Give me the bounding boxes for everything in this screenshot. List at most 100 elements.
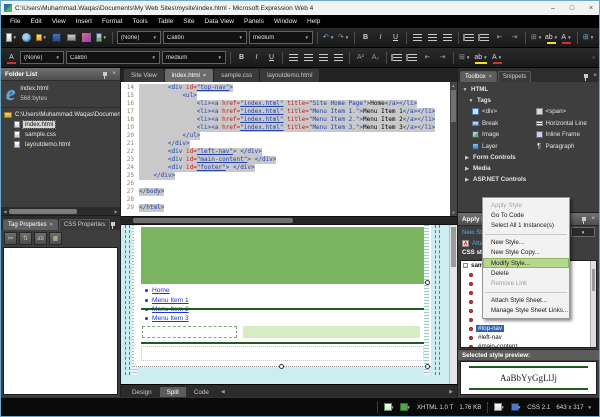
code-line[interactable]: 20 </ul> (121, 132, 450, 140)
subscript-button[interactable]: A₂ (369, 51, 382, 65)
doctype-indicator[interactable]: XHTML 1.0 T (417, 404, 453, 411)
style-list-item[interactable]: #top-nav (461, 324, 596, 333)
toolbar-overflow-icon[interactable]: » (592, 55, 595, 61)
toolbox-item[interactable]: <div> (472, 106, 536, 118)
summary-view-button[interactable]: ▦ (49, 232, 62, 245)
code-line[interactable]: 17 <li><a href="index.html" title="Menu … (121, 108, 450, 116)
code-vscrollbar[interactable]: ▲ ▼ (450, 82, 457, 216)
scroll-left-icon[interactable]: ◀ (1, 209, 9, 214)
numbered-list-button-2[interactable] (391, 51, 404, 65)
bold-button[interactable]: B (359, 31, 372, 45)
code-view[interactable]: 14 <div id="top-nav"> 15 <ul> 16 (121, 82, 457, 216)
font-color-button[interactable]: A▼ (560, 31, 573, 45)
maximize-button[interactable]: □ (564, 1, 580, 15)
decrease-indent-button[interactable]: ⇤ (493, 31, 506, 45)
menu-item[interactable]: Site (178, 18, 199, 25)
context-menu-item[interactable]: Go To Code (483, 210, 569, 220)
increase-indent-button[interactable]: ⇥ (508, 31, 521, 45)
underline-button-2[interactable]: U (265, 51, 278, 65)
document-tab[interactable]: Site View × (124, 69, 164, 82)
publish-button[interactable]: ▼ (400, 403, 410, 411)
context-menu-item[interactable]: Remove Link (483, 279, 569, 289)
menu-item[interactable]: View (47, 18, 71, 25)
italic-button-2[interactable]: I (250, 51, 263, 65)
borders-button-2[interactable]: ⊞▼ (458, 51, 471, 65)
code-line[interactable]: 24 <div id="footer"> </div> (121, 164, 450, 172)
menu-item[interactable]: Tools (128, 18, 153, 25)
visual-aids-button[interactable]: ▼ (494, 403, 504, 411)
code-line[interactable]: 27 </body> (121, 188, 450, 196)
menu-item[interactable]: Panels (239, 18, 269, 25)
toolbox-item[interactable]: Break (472, 118, 536, 130)
align-right-button[interactable] (441, 31, 454, 45)
scroll-right-icon[interactable]: ▶ (449, 389, 453, 395)
code-line[interactable]: 15 <ul> (121, 92, 450, 100)
code-line[interactable]: 19 <li><a href="index.html" title="Menu … (121, 124, 450, 132)
new-document-button[interactable]: ▼ (5, 31, 18, 45)
toolbox-tab[interactable]: Toolbox × (460, 71, 497, 82)
font-color-button-2[interactable]: A▼ (491, 51, 504, 65)
decrease-indent-button-2[interactable]: ⇤ (421, 51, 434, 65)
increase-indent-button-2[interactable]: ⇥ (436, 51, 449, 65)
design-page[interactable]: Home Menu Item 1 Menu Item 2 (134, 225, 431, 367)
alphabetical-view-button[interactable]: ⇅ (19, 232, 32, 245)
context-menu-item[interactable]: Manage Style Sheet Links... (483, 306, 569, 316)
print-button[interactable] (65, 31, 78, 45)
font-size-select[interactable]: medium▼ (249, 31, 313, 44)
undo-button[interactable]: ↶▼ (322, 31, 335, 45)
table-fill-button[interactable]: ⊞▼ (582, 31, 595, 45)
align-right-button-2[interactable] (317, 51, 330, 65)
toolbox-item[interactable]: Horizontal Line (536, 118, 600, 130)
code-line[interactable]: 28 (121, 196, 450, 204)
menu-item[interactable]: Edit (25, 18, 46, 25)
context-menu-item[interactable]: Attach Style Sheet... (483, 295, 569, 305)
toolbox-item[interactable]: Image (472, 129, 536, 141)
align-left-button-2[interactable] (287, 51, 300, 65)
nav-link[interactable]: Menu Item 1 (152, 297, 189, 304)
pin-icon[interactable] (582, 217, 586, 221)
selection-handle[interactable] (425, 280, 430, 285)
borders-button[interactable]: ⊞▼ (530, 31, 543, 45)
close-panel-icon[interactable]: × (112, 71, 116, 78)
close-panel-icon[interactable]: × (591, 216, 595, 223)
main-content-block[interactable] (243, 326, 420, 338)
code-line[interactable]: 26 (121, 180, 450, 188)
selection-handle[interactable] (425, 364, 430, 369)
context-menu-item[interactable]: New Style Copy... (483, 248, 569, 258)
design-vscrollbar[interactable] (449, 225, 457, 384)
folder-tree-root[interactable]: C:\Users\Muhammad.Waqas\Documents\M (1, 110, 120, 120)
scrollbar-thumb[interactable] (9, 209, 77, 214)
scroll-down-icon[interactable]: ▼ (450, 209, 457, 216)
align-center-button[interactable] (426, 31, 439, 45)
toolbox-item[interactable]: Paragraph (536, 141, 600, 153)
code-line[interactable]: 23 <div id="main-content"> </div> (121, 156, 450, 164)
apply-style-icon-button[interactable]: A (5, 51, 18, 65)
bullet-list-button[interactable] (478, 31, 491, 45)
nav-link[interactable]: Menu Item 3 (152, 315, 189, 322)
view-mode-tab[interactable]: Split (160, 387, 186, 398)
context-menu-item[interactable]: Modify Style... (483, 258, 569, 268)
file-tree-item[interactable]: layoutdemo.html (1, 140, 120, 150)
document-tab[interactable]: index.html × (165, 69, 213, 82)
menu-item[interactable]: File (5, 18, 25, 25)
scrollbar-thumb[interactable] (451, 90, 456, 122)
nav-link[interactable]: Home (152, 287, 170, 294)
context-menu-item[interactable]: Apply Style (483, 200, 569, 210)
footer-block[interactable] (141, 346, 424, 361)
code-line[interactable]: 16 <li><a href="index.html" title="Site … (121, 100, 450, 108)
close-button[interactable]: × (583, 1, 599, 15)
scroll-up-icon[interactable]: ▲ (450, 82, 457, 89)
close-tab-icon[interactable]: × (50, 222, 53, 228)
redo-button[interactable]: ↷▼ (337, 31, 350, 45)
code-line[interactable]: 25 </div> (121, 172, 450, 180)
open-site-button[interactable] (20, 31, 33, 45)
style-select-2[interactable]: (None)▼ (20, 51, 64, 64)
style-list-item[interactable]: #left-nav (461, 333, 596, 342)
style-application-button[interactable]: ▼ (511, 403, 521, 411)
code-line[interactable]: 14 <div id="top-nav"> (121, 84, 450, 92)
font-family-select-2[interactable]: Calibri▼ (66, 51, 160, 64)
toolbox-tab[interactable]: Snippets × (498, 71, 531, 82)
context-menu-item[interactable]: Delete (483, 268, 569, 278)
close-tab-icon[interactable]: × (489, 74, 492, 80)
scrollbar-thumb[interactable] (451, 227, 456, 267)
